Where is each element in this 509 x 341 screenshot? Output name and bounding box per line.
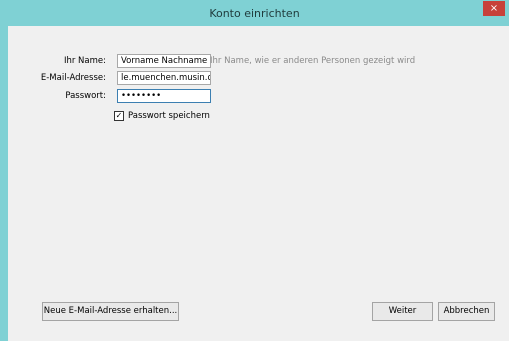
dialog-body: Ihr Name: Vorname Nachname E-Mail-Adress… — [8, 26, 509, 341]
name-label: Ihr Name: — [63, 56, 106, 66]
next-button[interactable]: Weiter — [372, 302, 433, 321]
cancel-button[interactable]: Abbrechen — [438, 302, 495, 321]
password-input[interactable]: •••••••• — [117, 89, 211, 103]
email-input[interactable]: le.muenchen.musin.de — [117, 71, 211, 85]
window-title: Konto einrichten — [209, 7, 300, 20]
title-bar[interactable]: Konto einrichten × — [0, 0, 509, 26]
close-button[interactable]: × — [483, 1, 505, 16]
name-input[interactable]: Vorname Nachname — [117, 54, 211, 68]
account-setup-window: Konto einrichten × Ihr Name: Vorname Nac… — [0, 0, 509, 341]
close-icon: × — [489, 3, 499, 14]
new-email-address-button[interactable]: Neue E-Mail-Adresse erhalten... — [42, 302, 179, 321]
password-label: Passwort: — [65, 91, 106, 101]
email-label: E-Mail-Adresse: — [40, 73, 106, 83]
checkmark-icon: ✓ — [115, 111, 123, 120]
remember-password-label: Passwort speichern — [128, 111, 210, 121]
remember-password-checkbox[interactable]: ✓ — [114, 111, 124, 121]
name-hint: Ihr Name, wie er anderen Personen gezeig… — [210, 56, 416, 66]
